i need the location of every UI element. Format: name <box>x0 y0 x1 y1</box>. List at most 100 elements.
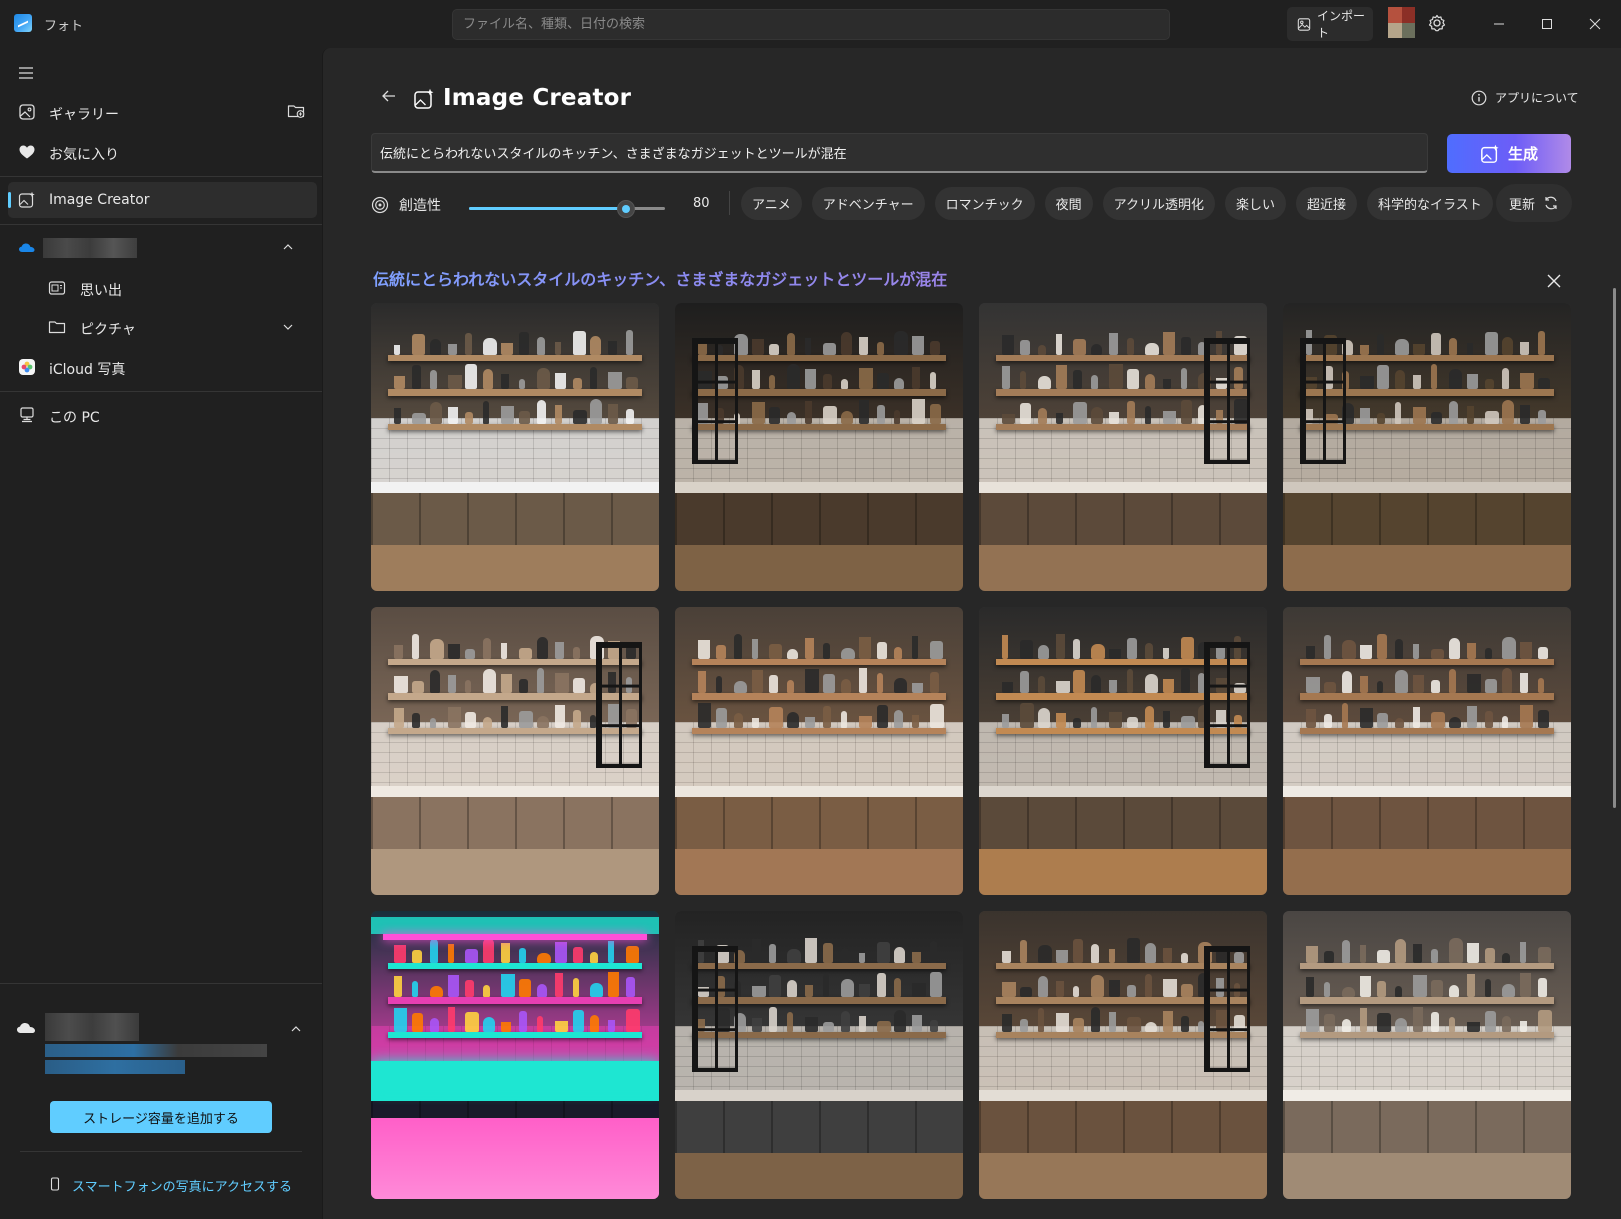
kitchen-image-1[interactable] <box>371 303 659 591</box>
maximize-button[interactable] <box>1535 12 1559 36</box>
redacted-storage-account <box>45 1013 139 1041</box>
redacted-storage-text <box>45 1060 185 1074</box>
phone-icon <box>50 1177 60 1191</box>
sidebar-item-label: お気に入り <box>49 147 119 163</box>
import-icon <box>1297 17 1311 31</box>
pc-icon <box>20 407 34 423</box>
sidebar-item-label: Image Creator <box>49 192 150 208</box>
sidebar-item-label: ピクチャ <box>80 322 136 338</box>
slider-fill <box>469 207 626 210</box>
image-creator-panel: Image Creator アプリについて 生成 創造性 80 <box>322 48 1621 1219</box>
style-chip-fun[interactable]: 楽しい <box>1225 187 1287 220</box>
style-chip-adventure[interactable]: アドベンチャー <box>811 187 925 220</box>
add-storage-button[interactable]: ストレージ容量を追加する <box>50 1101 272 1133</box>
sidebar-item-icloud[interactable]: iCloud 写真 <box>8 349 317 385</box>
sidebar-item-label: ギャラリー <box>49 107 119 123</box>
close-window-button[interactable] <box>1583 12 1607 36</box>
phone-photos-link[interactable]: スマートフォンの写真にアクセスする <box>72 1176 292 1195</box>
gallery-icon <box>19 104 35 120</box>
settings-gear-icon[interactable] <box>1427 13 1447 33</box>
search-input[interactable] <box>453 10 1169 39</box>
sidebar-item-image-creator[interactable]: Image Creator <box>8 182 317 218</box>
generate-button[interactable]: 生成 <box>1447 134 1571 173</box>
prompt-box[interactable] <box>371 133 1428 173</box>
sidebar-item-gallery[interactable]: ギャラリー <box>8 94 317 130</box>
kitchen-image-11[interactable] <box>979 911 1267 1199</box>
creativity-slider[interactable] <box>469 200 665 218</box>
sidebar-divider <box>0 176 322 177</box>
style-chip-romantic[interactable]: ロマンチック <box>934 187 1035 220</box>
onedrive-cloud-icon <box>19 243 35 252</box>
style-chip-anime[interactable]: アニメ <box>741 187 802 220</box>
creativity-label: 創造性 <box>399 198 441 214</box>
info-icon <box>1471 90 1487 105</box>
maximize-icon <box>1542 19 1552 29</box>
creativity-control: 創造性 <box>371 195 441 215</box>
style-chip-acrylic[interactable]: アクリル透明化 <box>1102 187 1216 220</box>
kitchen-image-4[interactable] <box>1283 303 1571 591</box>
folder-icon <box>48 321 66 334</box>
kitchen-image-6[interactable] <box>675 607 963 895</box>
kitchen-image-5[interactable] <box>371 607 659 895</box>
sidebar-item-label: iCloud 写真 <box>49 362 126 378</box>
chevron-up-icon[interactable] <box>282 242 294 252</box>
about-app-label: アプリについて <box>1495 91 1579 105</box>
kitchen-image-7[interactable] <box>979 607 1267 895</box>
sidebar-item-onedrive-account[interactable] <box>8 230 317 266</box>
sidebar-item-favorites[interactable]: お気に入り <box>8 134 317 170</box>
redacted-storage-usage-bar <box>45 1044 267 1057</box>
sidebar: ギャラリー お気に入り Image Creator 思い出 ピクチャ iClou… <box>0 48 322 1219</box>
result-prompt-heading: 伝統にとらわれないスタイルのキッチン、さまざまなガジェットとツールが混在 <box>373 266 947 290</box>
refresh-styles-button[interactable]: 更新 <box>1496 184 1572 222</box>
import-button[interactable]: インポート <box>1287 7 1373 41</box>
about-app-button[interactable]: アプリについて <box>1471 89 1579 106</box>
chevron-up-icon[interactable] <box>290 1024 302 1034</box>
import-label: インポート <box>1317 9 1366 40</box>
generate-label: 生成 <box>1507 145 1538 163</box>
sidebar-item-memories[interactable]: 思い出 <box>8 270 317 306</box>
slider-thumb[interactable] <box>616 200 635 218</box>
back-arrow-icon[interactable] <box>381 88 397 104</box>
style-chip-scientific[interactable]: 科学的なイラスト <box>1367 187 1493 220</box>
sidebar-item-pictures[interactable]: ピクチャ <box>8 309 317 345</box>
kitchen-image-9[interactable] <box>371 911 659 1199</box>
creativity-target-icon <box>371 196 389 214</box>
vertical-scrollbar[interactable] <box>1613 288 1616 808</box>
photos-app-icon <box>14 14 32 32</box>
style-chip-night[interactable]: 夜間 <box>1044 187 1093 220</box>
prompt-input[interactable] <box>372 134 1427 171</box>
kitchen-image-10[interactable] <box>675 911 963 1199</box>
page-title: Image Creator <box>443 85 632 111</box>
sidebar-divider <box>0 224 322 225</box>
style-chip-closeup[interactable]: 超近接 <box>1296 187 1358 220</box>
close-results-icon[interactable] <box>1547 274 1561 288</box>
toolbar-separator <box>729 191 730 215</box>
sidebar-divider <box>20 1151 302 1152</box>
refresh-label: 更新 <box>1508 197 1535 213</box>
sidebar-divider <box>0 983 322 984</box>
chevron-down-icon[interactable] <box>282 322 294 332</box>
sidebar-item-label: この PC <box>49 410 100 426</box>
search-box[interactable] <box>452 9 1170 40</box>
heart-icon <box>19 145 35 159</box>
generated-image-grid <box>371 303 1571 1199</box>
generate-image-icon <box>1481 144 1499 163</box>
kitchen-image-8[interactable] <box>1283 607 1571 895</box>
image-creator-icon <box>18 191 35 208</box>
add-folder-icon[interactable] <box>287 102 306 120</box>
close-icon <box>1589 18 1601 30</box>
memories-icon <box>48 281 66 295</box>
kitchen-image-2[interactable] <box>675 303 963 591</box>
hamburger-menu-icon[interactable] <box>18 66 34 80</box>
sidebar-item-label: 思い出 <box>80 283 122 299</box>
icloud-icon <box>19 359 35 375</box>
image-creator-icon <box>414 88 434 109</box>
account-avatar[interactable] <box>1388 7 1415 38</box>
redacted-account-name <box>43 238 137 258</box>
minimize-button[interactable] <box>1487 12 1511 36</box>
refresh-icon <box>1545 196 1557 210</box>
style-chips: アニメ アドベンチャー ロマンチック 夜間 アクリル透明化 楽しい 超近接 科学… <box>741 187 1493 220</box>
sidebar-item-this-pc[interactable]: この PC <box>8 397 317 433</box>
kitchen-image-12[interactable] <box>1283 911 1571 1199</box>
kitchen-image-3[interactable] <box>979 303 1267 591</box>
